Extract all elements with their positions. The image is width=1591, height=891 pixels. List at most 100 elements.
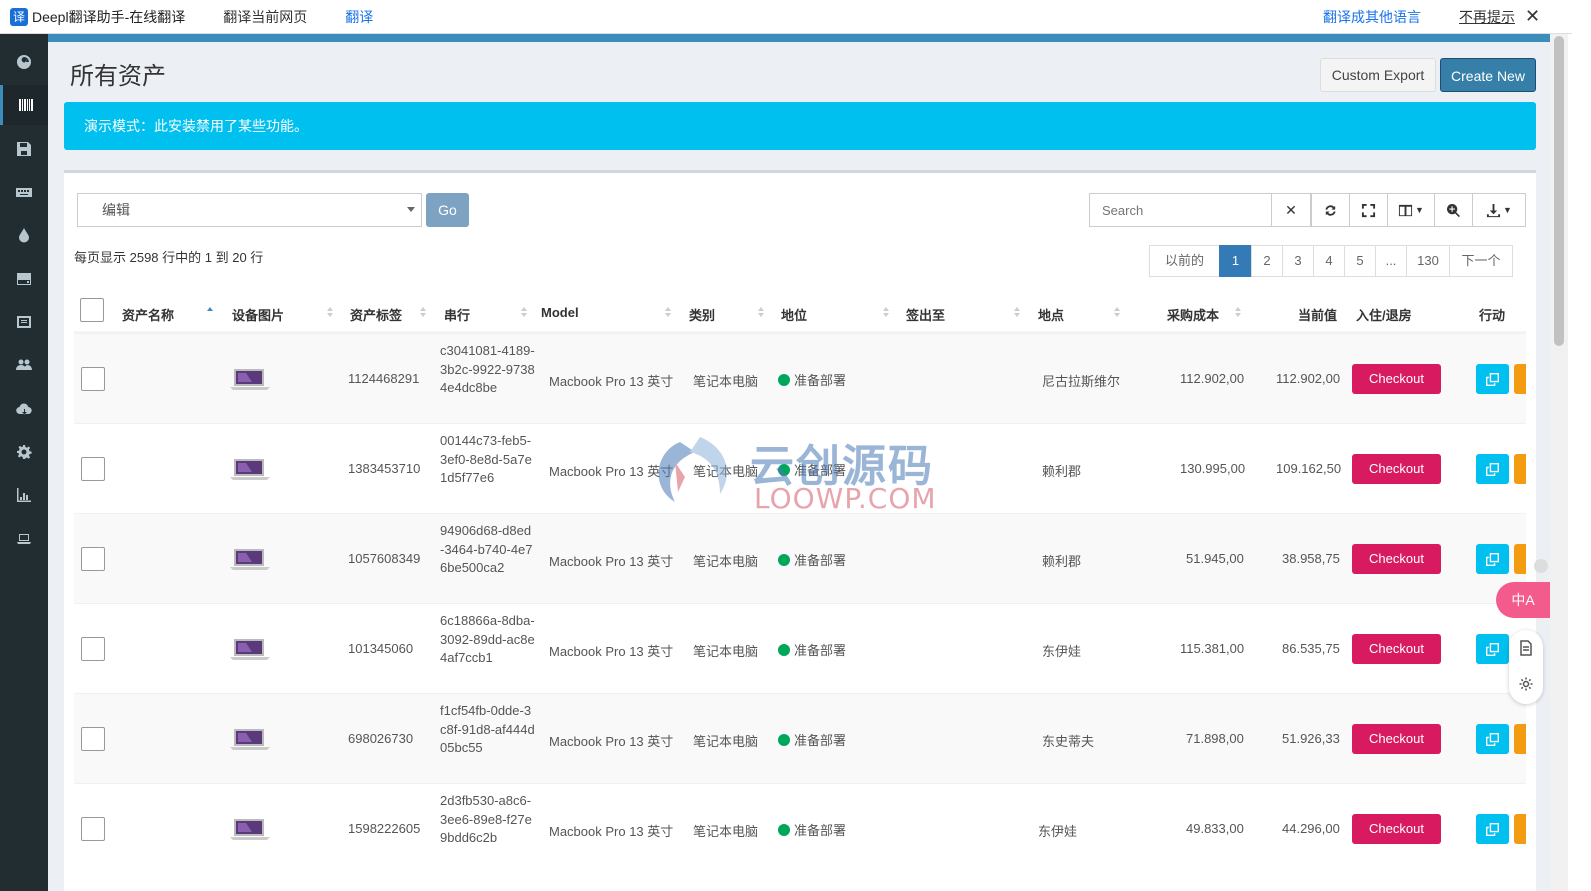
bulk-action-select[interactable]: 编辑	[77, 193, 422, 227]
sort-icon[interactable]	[883, 307, 889, 317]
location[interactable]: 赖利郡	[1042, 461, 1081, 480]
pagination-page[interactable]: 130	[1406, 245, 1450, 277]
pagination-prev[interactable]: 以前的	[1149, 245, 1220, 277]
translate-page-link[interactable]: 翻译当前网页	[223, 7, 307, 27]
header-device-image[interactable]: 设备图片	[232, 305, 284, 324]
status[interactable]: 准备部署	[778, 460, 846, 479]
refresh-button[interactable]	[1311, 193, 1350, 227]
go-button[interactable]: Go	[426, 193, 469, 227]
header-status[interactable]: 地位	[781, 305, 807, 324]
clear-search-button[interactable]: ✕	[1271, 193, 1311, 227]
header-category[interactable]: 类别	[689, 305, 715, 324]
laptop-thumbnail[interactable]	[228, 367, 272, 393]
close-icon[interactable]: ✕	[1525, 6, 1540, 27]
pagination-page[interactable]: 5	[1344, 245, 1376, 277]
model[interactable]: Macbook Pro 13 英寸	[549, 641, 673, 660]
sidebar-item-reports[interactable]	[0, 475, 48, 515]
edit-button[interactable]	[1514, 454, 1526, 484]
columns-button[interactable]: ▼	[1387, 193, 1435, 227]
sidebar-item-licenses[interactable]	[0, 129, 48, 169]
status[interactable]: 准备部署	[778, 370, 846, 389]
asset-tag[interactable]: 1124468291	[348, 371, 419, 386]
edit-button[interactable]	[1514, 724, 1526, 754]
row-checkbox[interactable]	[81, 817, 105, 841]
sort-asc-icon[interactable]	[207, 307, 213, 317]
sort-icon[interactable]	[1014, 307, 1020, 317]
model[interactable]: Macbook Pro 13 英寸	[549, 551, 673, 570]
sidebar-item-accessories[interactable]	[0, 172, 48, 212]
category[interactable]: 笔记本电脑	[693, 821, 758, 840]
clone-button[interactable]	[1476, 814, 1509, 844]
pagination-next[interactable]: 下一个	[1449, 245, 1513, 277]
other-language-link[interactable]: 翻译成其他语言	[1323, 7, 1421, 27]
row-checkbox[interactable]	[81, 367, 105, 391]
location[interactable]: 东史蒂夫	[1042, 731, 1094, 750]
header-asset-tag[interactable]: 资产标签	[350, 305, 402, 324]
sidebar-item-consumables[interactable]	[0, 215, 48, 255]
checkout-button[interactable]: Checkout	[1352, 724, 1441, 754]
clone-button[interactable]	[1476, 724, 1509, 754]
clone-button[interactable]	[1476, 454, 1509, 484]
laptop-thumbnail[interactable]	[228, 457, 272, 483]
category[interactable]: 笔记本电脑	[693, 551, 758, 570]
row-checkbox[interactable]	[81, 547, 105, 571]
model[interactable]: Macbook Pro 13 英寸	[549, 461, 673, 480]
scrollbar-thumb[interactable]	[1554, 36, 1564, 346]
location[interactable]: 赖利郡	[1042, 551, 1081, 570]
header-purchase-cost[interactable]: 采购成本	[1167, 305, 1219, 324]
model[interactable]: Macbook Pro 13 英寸	[549, 371, 673, 390]
asset-tag[interactable]: 1057608349	[348, 551, 420, 566]
gear-icon[interactable]	[1518, 676, 1534, 692]
create-new-button[interactable]: Create New	[1440, 58, 1536, 92]
sidebar-item-components[interactable]	[0, 259, 48, 299]
laptop-thumbnail[interactable]	[228, 817, 272, 843]
asset-tag[interactable]: 698026730	[348, 731, 413, 746]
laptop-thumbnail[interactable]	[228, 637, 272, 663]
pagination-page[interactable]: 2	[1251, 245, 1283, 277]
sidebar-item-import[interactable]	[0, 389, 48, 429]
sidebar-item-assets[interactable]	[0, 85, 48, 125]
model[interactable]: Macbook Pro 13 英寸	[549, 821, 673, 840]
asset-tag[interactable]: 101345060	[348, 641, 413, 656]
pagination-page[interactable]: 1	[1219, 245, 1252, 277]
sort-icon[interactable]	[1235, 307, 1241, 317]
checkout-button[interactable]: Checkout	[1352, 634, 1441, 664]
category[interactable]: 笔记本电脑	[693, 371, 758, 390]
header-serial[interactable]: 串行	[444, 305, 470, 324]
header-model[interactable]: Model	[541, 305, 579, 320]
fullscreen-button[interactable]	[1349, 193, 1388, 227]
translate-link[interactable]: 翻译	[345, 7, 373, 27]
select-all-checkbox[interactable]	[80, 298, 104, 322]
sort-icon[interactable]	[521, 307, 527, 317]
pagination-page[interactable]: 4	[1313, 245, 1345, 277]
category[interactable]: 笔记本电脑	[693, 731, 758, 750]
sidebar-item-people[interactable]	[0, 345, 48, 385]
location[interactable]: 东伊娃	[1042, 641, 1081, 660]
edit-button[interactable]	[1514, 814, 1526, 844]
row-checkbox[interactable]	[81, 637, 105, 661]
model[interactable]: Macbook Pro 13 英寸	[549, 731, 673, 750]
export-button[interactable]: ▼	[1472, 193, 1526, 227]
laptop-thumbnail[interactable]	[228, 727, 272, 753]
header-location[interactable]: 地点	[1038, 305, 1064, 324]
sort-icon[interactable]	[327, 307, 333, 317]
location[interactable]: 尼古拉斯维尔	[1042, 371, 1120, 390]
sidebar-item-settings[interactable]	[0, 432, 48, 472]
laptop-thumbnail[interactable]	[228, 547, 272, 573]
sidebar-item-predefined-kits[interactable]	[0, 302, 48, 342]
sort-icon[interactable]	[665, 307, 671, 317]
header-asset-name[interactable]: 资产名称	[122, 305, 174, 324]
sidebar-item-dashboard[interactable]	[0, 42, 48, 82]
translator-float-button[interactable]: 中A	[1496, 582, 1550, 618]
document-icon[interactable]	[1518, 640, 1534, 656]
status[interactable]: 准备部署	[778, 820, 846, 839]
asset-tag[interactable]: 1383453710	[348, 461, 420, 476]
advanced-search-button[interactable]	[1434, 193, 1473, 227]
custom-export-button[interactable]: Custom Export	[1320, 58, 1436, 92]
asset-tag[interactable]: 1598222605	[348, 821, 420, 836]
edit-button[interactable]	[1514, 364, 1526, 394]
checkout-button[interactable]: Checkout	[1352, 454, 1441, 484]
vertical-scrollbar[interactable]	[1550, 34, 1568, 891]
dont-show-again-link[interactable]: 不再提示	[1459, 7, 1515, 27]
status[interactable]: 准备部署	[778, 640, 846, 659]
